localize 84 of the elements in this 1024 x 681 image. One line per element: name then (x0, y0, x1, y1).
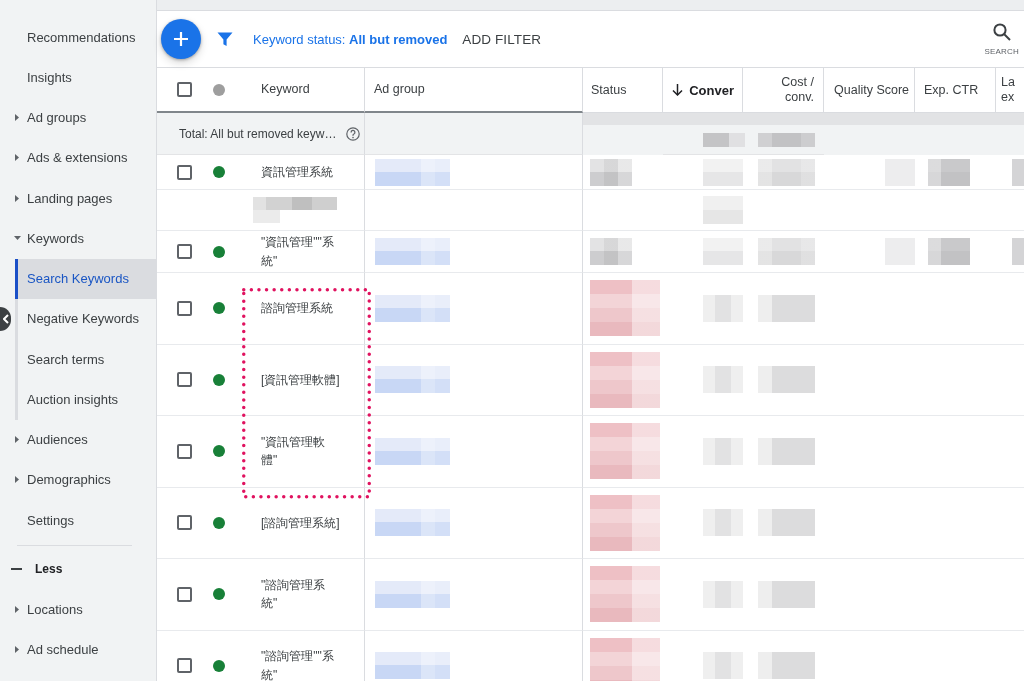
pixelated-text (703, 652, 743, 680)
column-header[interactable]: Quality Score (834, 82, 910, 98)
filter-icon[interactable] (217, 31, 233, 47)
pixelated-text (703, 294, 743, 322)
nav-item[interactable]: Ad schedule (0, 629, 156, 670)
status-dot-icon (213, 83, 225, 96)
keyword-text: "諮詢管理""系統" (261, 648, 335, 681)
search-icon (992, 22, 1011, 41)
nav-item[interactable]: Landing pages (0, 178, 156, 219)
pixelated-text (758, 437, 815, 465)
search-button[interactable]: SEARCH (984, 22, 1019, 56)
pixelated-text (590, 566, 660, 623)
keyword-text: 資訊管理系統 (261, 163, 334, 181)
checkbox[interactable] (177, 372, 192, 388)
pixelated-text (758, 366, 815, 394)
column-header[interactable]: Ad group (374, 82, 425, 97)
nav-item[interactable]: Ads & extensions (0, 137, 156, 178)
nav-item[interactable]: Locations (0, 589, 156, 630)
pixelated-text (758, 509, 815, 537)
pixelated-text (928, 238, 970, 265)
column-header[interactable]: Status (591, 82, 627, 98)
nav-item[interactable]: Recommendations (0, 17, 156, 58)
add-filter-button[interactable]: ADD FILTER (462, 31, 542, 47)
nav-item[interactable]: Settings (0, 500, 156, 541)
checkbox[interactable] (177, 443, 192, 459)
pixelated-text (703, 509, 743, 537)
checkbox[interactable] (177, 164, 192, 180)
collapse-sidebar-button[interactable] (0, 307, 11, 331)
pixelated-text (590, 280, 660, 337)
nav-item[interactable]: Demographics (0, 459, 156, 500)
pixelated-text (758, 294, 815, 322)
pixelated-text (703, 366, 743, 394)
pixelated-text (590, 423, 660, 480)
checkbox[interactable] (177, 244, 192, 259)
pixelated-text (590, 158, 632, 186)
nav-item[interactable]: Negative Keywords (15, 298, 156, 339)
pixelated-text (758, 652, 815, 680)
pixelated-text (758, 580, 815, 608)
keyword-text: "資訊管理""系統" (261, 234, 335, 270)
add-button[interactable] (161, 19, 201, 59)
nav-item[interactable]: Less (0, 549, 156, 590)
keyword-text: "資訊管理軟體" (261, 433, 327, 470)
pixelated-text (703, 196, 743, 224)
filter-chip[interactable]: Keyword status: All but removed (253, 31, 448, 47)
plus-icon (174, 32, 188, 46)
minus-icon (11, 568, 22, 571)
nav-item[interactable]: Insights (0, 57, 156, 98)
total-label: Total: All but removed keyw… (179, 126, 337, 141)
help-icon[interactable] (346, 126, 360, 141)
keyword-text: [資訊管理軟體] (261, 371, 341, 389)
pixelated-text (703, 238, 743, 265)
column-header[interactable]: Conver (672, 82, 734, 98)
pixelated-text (703, 437, 743, 465)
pixelated-text (590, 494, 660, 551)
checkbox[interactable] (177, 300, 192, 316)
pixelated-text (703, 158, 743, 186)
nav-item[interactable]: Auction insights (15, 379, 156, 420)
column-header[interactable]: Exp. CTR (924, 82, 979, 98)
pixelated-text (590, 238, 632, 265)
keyword-text: 諮詢管理系統 (261, 300, 334, 317)
pixelated-text (928, 158, 970, 186)
pixelated-text (758, 238, 815, 265)
column-header[interactable]: Keyword (261, 82, 310, 97)
arrow-down-icon (672, 84, 684, 96)
nav-item[interactable]: Keywords (0, 218, 156, 259)
column-header[interactable]: Cost / conv. (751, 75, 814, 105)
column-header[interactable]: La ex (1001, 75, 1024, 105)
checkbox[interactable] (177, 586, 192, 602)
pixelated-text (703, 580, 743, 608)
pixelated-text (590, 351, 660, 408)
chevron-left-icon (2, 314, 9, 324)
checkbox[interactable] (177, 658, 192, 674)
keyword-text: [諮詢管理系統] (261, 514, 341, 532)
checkbox[interactable] (177, 82, 192, 97)
nav-item[interactable]: Ad groups (0, 97, 156, 138)
nav-item[interactable]: Search terms (15, 339, 156, 380)
nav-item[interactable]: Audiences (0, 419, 156, 460)
pixelated-text (590, 637, 660, 681)
pixelated-text (758, 158, 815, 186)
checkbox[interactable] (177, 515, 192, 531)
pixelated-text (1012, 158, 1024, 186)
pixelated-text (1012, 238, 1024, 265)
keyword-text: "諮詢管理系統" (261, 576, 327, 613)
nav-item[interactable]: Search Keywords (15, 258, 156, 299)
